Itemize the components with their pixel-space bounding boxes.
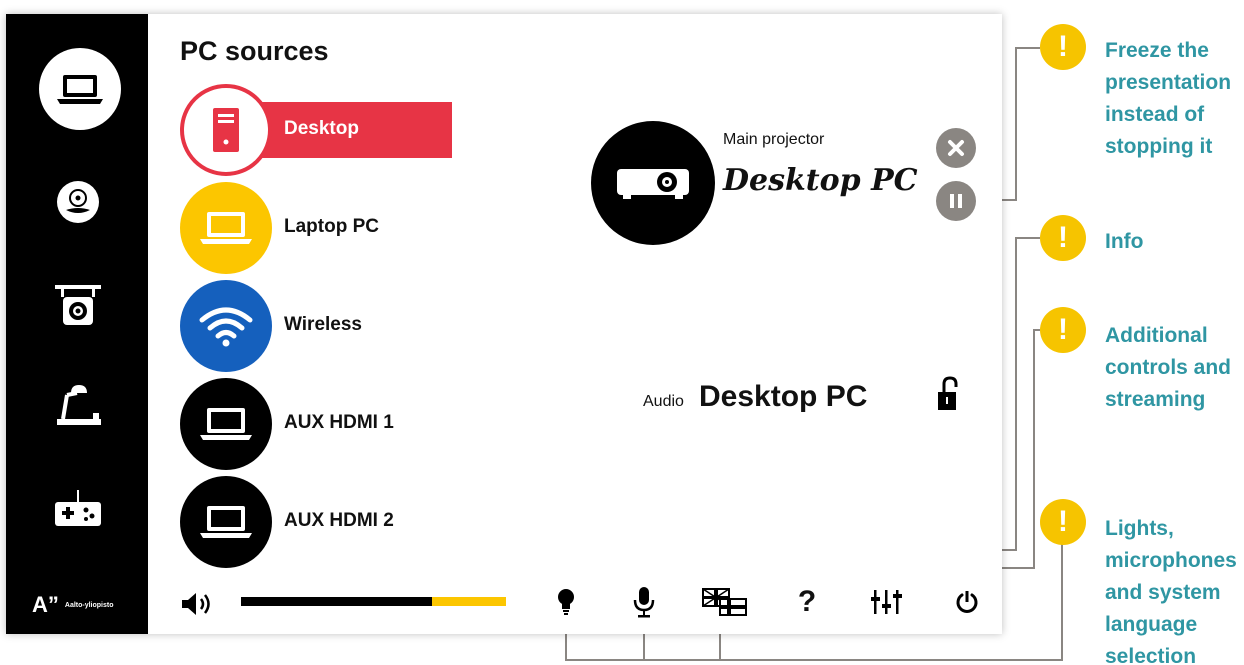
sidebar-item-disc[interactable]: [48, 172, 108, 232]
touch-panel-screen: [6, 14, 1002, 634]
freeze-button[interactable]: [936, 181, 976, 221]
projector-icon: [617, 169, 689, 199]
source-label: Laptop PC: [284, 216, 379, 237]
info-button[interactable]: ?: [789, 584, 825, 620]
source-label: AUX HDMI 1: [284, 412, 394, 433]
source-aux-hdmi-1[interactable]: AUX HDMI 1: [180, 378, 480, 470]
laptop-icon: [200, 408, 252, 440]
source-label: Desktop: [284, 118, 359, 139]
question-icon: ?: [797, 585, 817, 618]
disc-icon: [57, 181, 99, 223]
lights-button[interactable]: [548, 584, 584, 620]
volume-slider[interactable]: [241, 597, 506, 606]
source-laptop-pc[interactable]: Laptop PC: [180, 182, 480, 274]
source-wireless[interactable]: Wireless: [180, 280, 480, 372]
exclamation-icon: !: [1040, 215, 1086, 261]
desktop-tower-icon: [213, 108, 239, 152]
callout-freeze: Freeze the presentation instead of stopp…: [1105, 39, 1232, 158]
source-aux1-badge: [180, 378, 272, 470]
sidebar-item-lamp[interactable]: [48, 376, 108, 436]
source-aux-hdmi-2[interactable]: AUX HDMI 2: [180, 476, 480, 568]
flags-icon: [702, 588, 747, 616]
source-laptop-badge: [180, 182, 272, 274]
sidebar-item-pc[interactable]: [39, 48, 121, 130]
wifi-icon: [199, 307, 253, 347]
close-icon: [948, 140, 964, 156]
exclamation-icon: !: [1040, 307, 1086, 353]
microphone-button[interactable]: [626, 584, 662, 620]
volume-level: [241, 597, 432, 606]
exclamation-icon: !: [1040, 24, 1086, 70]
exclamation-icon: !: [1040, 499, 1086, 545]
unlock-icon: [938, 376, 958, 410]
projector-source: Desktop PC: [723, 163, 918, 198]
lightbulb-icon: [558, 589, 574, 615]
projector-badge: [591, 121, 715, 245]
projector-title: Main projector: [723, 131, 825, 148]
mixer-button[interactable]: [868, 584, 904, 620]
lamp-icon: [57, 385, 101, 425]
power-icon: [956, 591, 978, 613]
source-desktop[interactable]: Desktop: [180, 84, 480, 176]
source-label: AUX HDMI 2: [284, 510, 394, 531]
sidebar: A” Aalto-yliopisto: [6, 14, 148, 634]
audio-label: Audio: [643, 393, 684, 410]
callout-info: Info: [1105, 230, 1144, 253]
callout-lights-mic-language: Lights, microphones and system language …: [1105, 517, 1237, 665]
page-title: PC sources: [180, 36, 329, 66]
audio-lock-button[interactable]: [936, 376, 960, 417]
source-aux2-badge: [180, 476, 272, 568]
sliders-icon: [871, 590, 902, 614]
sidebar-item-camera[interactable]: [48, 276, 108, 336]
source-wireless-badge: [180, 280, 272, 372]
laptop-icon: [200, 506, 252, 538]
pause-icon: [950, 194, 962, 208]
stop-projection-button[interactable]: [936, 128, 976, 168]
logo-text: Aalto-yliopisto: [64, 601, 114, 609]
audio-source: Desktop PC: [699, 380, 868, 413]
source-desktop-badge: [180, 84, 272, 176]
source-label: Wireless: [284, 314, 362, 335]
language-button[interactable]: [702, 584, 748, 620]
volume-icon[interactable]: [180, 590, 214, 623]
microphone-icon: [633, 587, 655, 618]
sidebar-item-gamepad[interactable]: [48, 480, 108, 540]
callout-additional-controls: Additional controls and streaming: [1105, 324, 1232, 411]
laptop-icon: [57, 75, 103, 104]
gamepad-icon: [55, 490, 101, 526]
aalto-logo: A” Aalto-yliopisto: [32, 592, 114, 618]
logo-mark: A”: [32, 592, 59, 617]
laptop-icon: [200, 212, 252, 244]
document-camera-icon: [55, 285, 101, 325]
power-button[interactable]: [949, 584, 985, 620]
